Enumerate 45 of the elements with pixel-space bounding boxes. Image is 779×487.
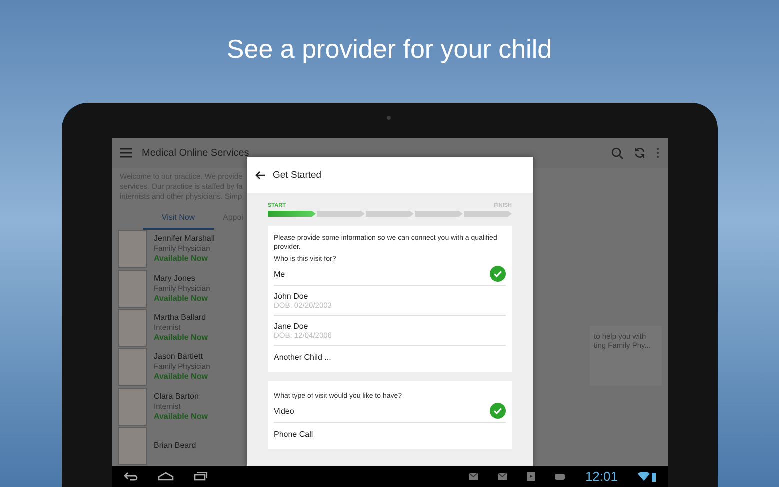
gamepad-icon: [555, 474, 566, 480]
availability-status: Available Now: [154, 412, 208, 422]
recent-apps-icon[interactable]: [194, 472, 208, 481]
provider-name: Clara Barton: [154, 392, 200, 402]
availability-status: Available Now: [154, 372, 209, 382]
patient-name: Jane Doe: [274, 322, 310, 330]
back-arrow-icon[interactable]: [255, 170, 265, 180]
photo-placeholder: [118, 270, 147, 308]
mail-icon: [498, 473, 508, 480]
availability-status: Available Now: [154, 294, 209, 304]
camera-icon: [387, 116, 391, 120]
photo-placeholder: [118, 230, 147, 268]
provider-name: Brian Beard: [154, 441, 196, 452]
patient-option[interactable]: Me: [274, 263, 506, 286]
photo-placeholder: [118, 427, 147, 466]
provider-name: Jason Bartlett: [154, 352, 204, 362]
patient-name: Another Child ...: [274, 352, 332, 362]
visit-option[interactable]: Video: [274, 400, 506, 423]
photo-placeholder: [118, 388, 147, 426]
refresh-icon[interactable]: [634, 147, 646, 159]
provider-name: Mary Jones: [154, 274, 196, 284]
visit-option[interactable]: Phone Call: [274, 423, 506, 445]
visit-type-label: Video: [274, 406, 296, 416]
home-icon[interactable]: [158, 472, 174, 481]
headline: See a provider for your child: [226, 34, 552, 65]
patient-name: John Doe: [274, 292, 310, 300]
provider-name: Martha Ballard: [154, 313, 208, 324]
app-title: Medical Online Services: [142, 148, 250, 158]
provider-name: Jennifer Marshall: [154, 234, 215, 244]
back-icon[interactable]: [124, 472, 138, 481]
dialog-title: Get Started: [273, 170, 322, 180]
photo-placeholder: [118, 348, 147, 386]
visit-type-label: Phone Call: [274, 430, 314, 438]
photo-placeholder: [118, 309, 147, 348]
mail-icon: [469, 473, 478, 480]
availability-status: Available Now: [154, 333, 208, 344]
clock: 12:01: [585, 469, 618, 484]
patient-option[interactable]: Another Child ...: [274, 346, 506, 368]
menu-icon[interactable]: [120, 148, 132, 158]
availability-status: Available Now: [154, 254, 209, 264]
patient-name: Me: [274, 270, 286, 278]
store-icon: [527, 472, 536, 481]
wifi-battery-icon: [638, 472, 656, 482]
search-icon[interactable]: [611, 146, 624, 160]
more-icon[interactable]: [656, 147, 660, 159]
